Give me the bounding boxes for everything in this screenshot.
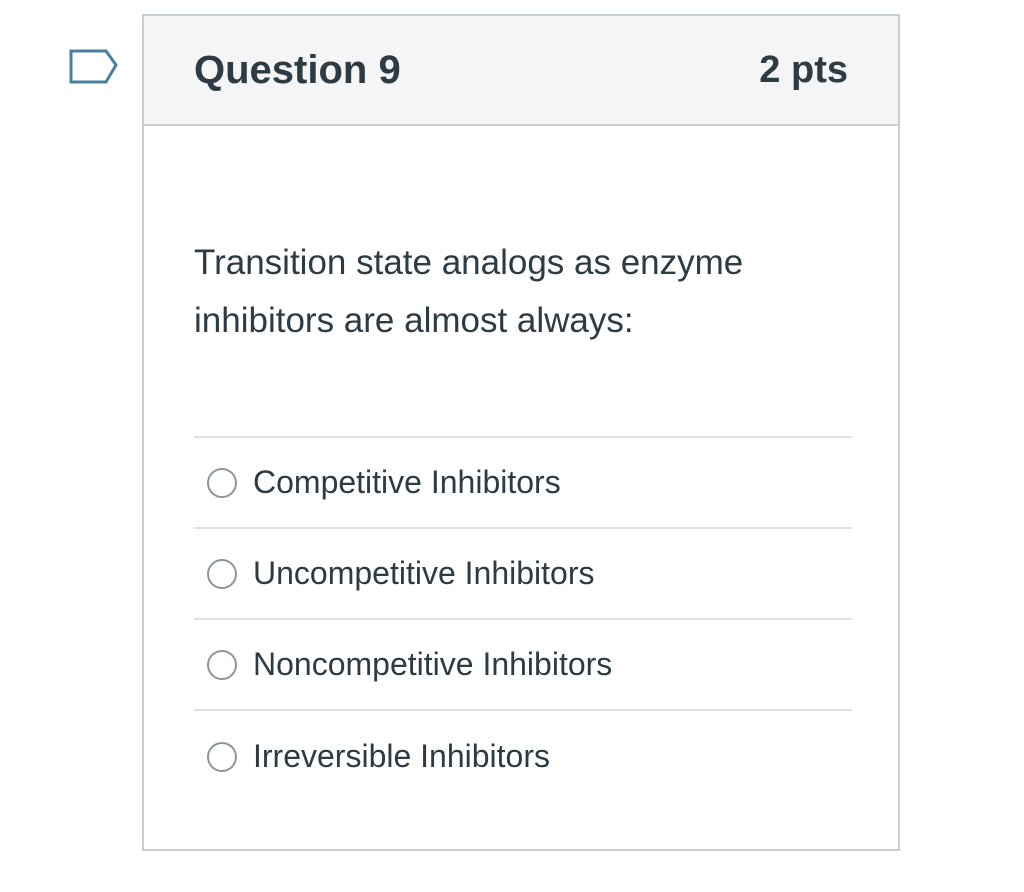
answer-list: Competitive Inhibitors Uncompetitive Inh…: [194, 436, 852, 802]
question-text: Transition state analogs as enzyme inhib…: [194, 243, 744, 340]
radio-button[interactable]: [207, 741, 237, 772]
question-body: Transition state analogs as enzyme inhib…: [144, 234, 898, 802]
answer-option[interactable]: Competitive Inhibitors: [194, 438, 852, 529]
radio-button[interactable]: [207, 649, 237, 680]
answer-label: Competitive Inhibitors: [253, 464, 561, 500]
question-title: Question 9: [194, 47, 401, 92]
question-points: 2 pts: [759, 48, 848, 91]
radio-button[interactable]: [207, 558, 237, 589]
answer-option[interactable]: Irreversible Inhibitors: [194, 711, 852, 802]
radio-button[interactable]: [207, 467, 237, 498]
question-card: Question 9 2 pts Transition state analog…: [142, 14, 900, 851]
answer-option[interactable]: Uncompetitive Inhibitors: [194, 529, 852, 620]
answer-label: Noncompetitive Inhibitors: [253, 646, 613, 682]
flag-question-icon[interactable]: [68, 48, 120, 88]
answer-label: Irreversible Inhibitors: [253, 738, 550, 774]
answer-option[interactable]: Noncompetitive Inhibitors: [194, 620, 852, 711]
question-header: Question 9 2 pts: [144, 16, 898, 126]
answer-label: Uncompetitive Inhibitors: [253, 555, 595, 591]
